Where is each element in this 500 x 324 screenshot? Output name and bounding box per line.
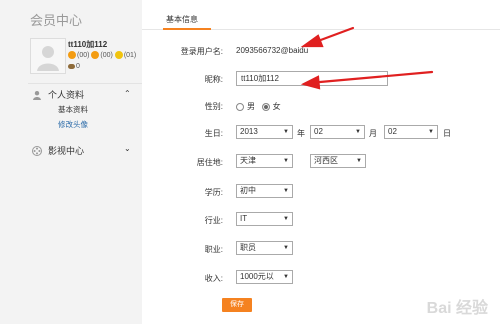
gender-options: 男 女 <box>236 101 281 112</box>
birth-day-value: 02 <box>388 127 397 136</box>
caret-down-icon: ▼ <box>283 274 289 280</box>
level-badge-icon <box>68 51 76 59</box>
nickname-label: 昵称: <box>204 75 223 84</box>
film-icon <box>32 145 42 156</box>
username: tt110加112 <box>68 40 108 49</box>
save-button[interactable]: 保存 <box>222 298 252 312</box>
coin-icon <box>68 63 75 69</box>
education-value: 初中 <box>240 186 256 195</box>
birth-year-select[interactable]: 2013 ▼ <box>236 125 293 139</box>
login-username-label: 登录用户名: <box>180 47 223 56</box>
user-icon <box>33 90 41 100</box>
badge-count: (01) <box>123 51 137 59</box>
district-value: 河西区 <box>314 156 338 165</box>
moon-badge-icon <box>91 51 100 59</box>
education-label: 学历: <box>204 188 223 197</box>
job-value: 职员 <box>240 243 256 252</box>
district-select[interactable]: 河西区 ▼ <box>310 154 366 168</box>
coins-row: 0 <box>68 63 80 70</box>
sidebar-item-video-center[interactable]: 影视中心 <box>32 144 84 157</box>
education-select[interactable]: 初中 ▼ <box>236 184 293 198</box>
day-unit: 日 <box>443 129 451 138</box>
birth-year-value: 2013 <box>240 127 258 136</box>
login-username-value: 2093566732@baidu <box>236 46 309 55</box>
birth-day-select[interactable]: 02 ▼ <box>384 125 438 139</box>
caret-down-icon: ▼ <box>283 216 289 222</box>
badge-row: (00) (00) (01) <box>68 51 136 59</box>
coin-count: 0 <box>76 63 80 70</box>
avatar[interactable] <box>30 38 66 74</box>
birthday-label: 生日: <box>204 129 223 138</box>
gender-male-radio[interactable] <box>236 102 244 111</box>
member-center-title: 会员中心 <box>30 13 83 28</box>
caret-down-icon: ▼ <box>428 129 434 135</box>
sidebar-sub-basic-info[interactable]: 基本资料 <box>58 104 88 115</box>
watermark-logo: Bai 经验 <box>426 300 488 317</box>
chevron-down-icon[interactable]: ⌄ <box>124 144 131 153</box>
month-unit: 月 <box>369 129 377 138</box>
divider <box>28 83 142 84</box>
badge-count: (00) <box>100 51 113 59</box>
star-badge-icon <box>114 51 123 59</box>
chevron-up-icon[interactable]: ⌃ <box>124 89 131 98</box>
tab-active-indicator <box>163 28 211 30</box>
sidebar: 会员中心 tt110加112 (00) (00) (01) 0 个人资料 ⌃ 基… <box>0 0 142 324</box>
nickname-input[interactable]: tt110加112 <box>236 71 388 86</box>
income-label: 收入: <box>204 274 223 283</box>
gender-male-label: 男 <box>247 102 255 111</box>
industry-value: IT <box>240 214 248 223</box>
income-select[interactable]: 1000元以 ▼ <box>236 270 293 284</box>
badge-count: (00) <box>77 51 90 59</box>
residence-label: 居住地: <box>196 158 223 167</box>
gender-label: 性别: <box>204 102 223 111</box>
caret-down-icon: ▼ <box>356 158 362 164</box>
sidebar-item-personal-info[interactable]: 个人资料 <box>32 88 84 101</box>
year-unit: 年 <box>297 129 305 138</box>
sidebar-sub-change-avatar[interactable]: 修改头像 <box>58 119 88 130</box>
caret-down-icon: ▼ <box>283 188 289 194</box>
default-avatar-icon <box>31 39 65 73</box>
sidebar-item-label: 影视中心 <box>48 146 85 156</box>
sidebar-item-label: 个人资料 <box>48 90 85 100</box>
birth-month-select[interactable]: 02 ▼ <box>310 125 365 139</box>
caret-down-icon: ▼ <box>283 158 289 164</box>
city-select[interactable]: 天津 ▼ <box>236 154 293 168</box>
industry-select[interactable]: IT ▼ <box>236 212 293 226</box>
caret-down-icon: ▼ <box>283 129 289 135</box>
tab-basic-info[interactable]: 基本信息 <box>166 14 198 25</box>
job-label: 职业: <box>204 245 223 254</box>
gender-female-label: 女 <box>272 102 281 111</box>
job-select[interactable]: 职员 ▼ <box>236 241 293 255</box>
caret-down-icon: ▼ <box>283 245 289 251</box>
gender-female-radio[interactable] <box>261 102 270 111</box>
income-value: 1000元以 <box>240 272 274 281</box>
birth-month-value: 02 <box>314 127 323 136</box>
industry-label: 行业: <box>204 216 223 225</box>
caret-down-icon: ▼ <box>355 129 361 135</box>
city-value: 天津 <box>240 156 256 165</box>
